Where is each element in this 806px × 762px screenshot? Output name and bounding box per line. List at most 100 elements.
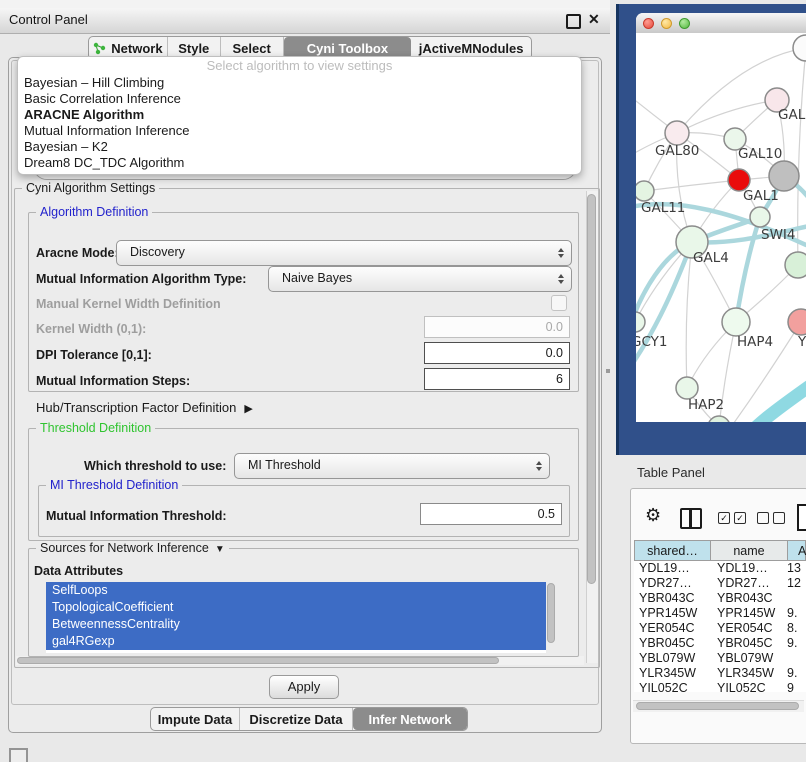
edge — [798, 48, 806, 265]
node-label: GCY1 — [636, 334, 668, 350]
float-panel-icon[interactable] — [566, 14, 581, 29]
column-manager-icon[interactable] — [680, 508, 702, 529]
table-row[interactable]: YBR045C YBR045C 9. — [634, 636, 806, 651]
node-label: GAL10 — [738, 146, 782, 162]
mi-threshold-label: Mutual Information Threshold: — [46, 509, 227, 523]
tab-discretize-data[interactable]: Discretize Data — [240, 708, 353, 730]
table-panel-title: Table Panel — [637, 465, 705, 480]
unchecked-box-icon — [757, 512, 769, 524]
list-item-selected[interactable]: gal4RGexp — [46, 633, 546, 650]
node-label: GAL11 — [641, 200, 685, 216]
expanded-arrow-icon: ▼ — [215, 544, 225, 555]
column-header-name[interactable]: name — [710, 540, 788, 561]
node-label: HAP2 — [688, 397, 724, 413]
mi-steps-label: Mutual Information Steps: — [36, 374, 190, 388]
settings-hscrollbar-thumb[interactable] — [17, 657, 499, 664]
manual-kernel-label: Manual Kernel Width Definition — [36, 297, 221, 311]
cell-name: YBR043C — [710, 591, 787, 606]
table-hscrollbar-thumb[interactable] — [636, 702, 799, 710]
tab-label: Select — [232, 41, 270, 56]
list-item-selected[interactable]: BetweennessCentrality — [46, 616, 546, 633]
node-swi4[interactable] — [750, 207, 770, 227]
node[interactable] — [785, 252, 806, 278]
cell-shared-name: YLR345W — [634, 666, 710, 681]
bottom-tabstrip: Impute Data Discretize Data Infer Networ… — [150, 707, 468, 731]
which-threshold-combobox[interactable]: MI Threshold — [234, 453, 550, 479]
dpi-tolerance-field[interactable]: 0.0 — [424, 342, 570, 364]
network-icon — [93, 42, 106, 55]
node-gal80[interactable] — [665, 121, 689, 145]
kernel-width-field[interactable]: 0.0 — [424, 316, 570, 338]
minimize-window-icon[interactable] — [661, 18, 672, 29]
close-panel-icon[interactable]: ✕ — [588, 11, 600, 28]
network-canvas[interactable]: GAL GAL80 GAL10 GAL1 GAL11 SWI4 GAL4 GCY… — [636, 33, 806, 422]
list-vscrollbar-thumb[interactable] — [547, 583, 555, 643]
node[interactable] — [708, 416, 730, 422]
table-row[interactable]: YDL19… YDL19… 13 — [634, 561, 806, 576]
panel-title: Control Panel — [9, 12, 88, 27]
mi-threshold-title: MI Threshold Definition — [46, 478, 182, 492]
table-row[interactable]: YER054C YER054C 8. — [634, 621, 806, 636]
cell-value — [787, 591, 806, 606]
settings-vscrollbar-thumb[interactable] — [587, 194, 596, 584]
splitter-handle[interactable] — [606, 369, 610, 373]
which-threshold-label: Which threshold to use: — [84, 459, 226, 473]
tab-label: Cyni Toolbox — [307, 41, 388, 56]
cell-shared-name: YDR27… — [634, 576, 710, 591]
hub-definition-label: Hub/Transcription Factor Definition — [36, 400, 236, 415]
node-gcy1[interactable] — [636, 312, 645, 332]
table-row[interactable]: YDR27… YDR27… 12 — [634, 576, 806, 591]
data-attributes-list: SelfLoops TopologicalCoefficient Between… — [46, 582, 546, 653]
algorithm-option[interactable]: Basic Correlation Inference — [18, 91, 581, 107]
network-window-titlebar[interactable] — [636, 13, 806, 34]
tab-impute-data[interactable]: Impute Data — [151, 708, 240, 730]
cell-name: YPR145W — [710, 606, 787, 621]
minimized-panel-icon[interactable] — [9, 748, 28, 762]
cell-shared-name: YPR145W — [634, 606, 710, 621]
tab-infer-network[interactable]: Infer Network — [353, 708, 467, 730]
algorithm-option[interactable]: Bayesian – K2 — [18, 139, 581, 155]
table-row[interactable]: YLR345W YLR345W 9. — [634, 666, 806, 681]
deselect-all-checkboxes-icon[interactable] — [757, 512, 785, 524]
column-header-shared-name[interactable]: shared… — [634, 540, 711, 561]
table-row[interactable]: YBR043C YBR043C — [634, 591, 806, 606]
node-hap4[interactable] — [722, 308, 750, 336]
algorithm-placeholder: Select algorithm to view settings — [18, 57, 581, 75]
node-hap2[interactable] — [676, 377, 698, 399]
list-item-selected[interactable]: SelfLoops — [46, 582, 546, 599]
close-window-icon[interactable] — [643, 18, 654, 29]
manual-kernel-checkbox[interactable] — [551, 295, 567, 311]
edge — [686, 242, 692, 388]
algorithm-option[interactable]: Mutual Information Inference — [18, 123, 581, 139]
cell-name: YIL052C — [710, 681, 787, 692]
hub-definition-toggle[interactable]: Hub/Transcription Factor Definition▶ — [36, 400, 253, 415]
node[interactable] — [769, 161, 799, 191]
node-label: GAL80 — [655, 143, 699, 159]
mi-steps-field[interactable]: 6 — [424, 368, 570, 390]
aracne-mode-combobox[interactable]: Discovery — [116, 240, 572, 266]
table-row[interactable]: YPR145W YPR145W 9. — [634, 606, 806, 621]
cell-shared-name: YBR043C — [634, 591, 710, 606]
export-table-icon[interactable] — [797, 504, 806, 531]
gear-icon[interactable]: ⚙ — [645, 505, 661, 526]
list-item-selected[interactable]: TopologicalCoefficient — [46, 599, 546, 616]
algorithm-option[interactable]: Bayesian – Hill Climbing — [18, 75, 581, 91]
apply-button[interactable]: Apply — [269, 675, 339, 699]
algorithm-option-selected[interactable]: ARACNE Algorithm — [18, 107, 581, 123]
table-row[interactable]: YBL079W YBL079W — [634, 651, 806, 666]
cell-name: YBR045C — [710, 636, 787, 651]
mi-threshold-field[interactable]: 0.5 — [420, 503, 562, 525]
column-header-partial[interactable]: A — [787, 540, 806, 561]
node-y[interactable] — [788, 309, 806, 335]
mi-type-combobox[interactable]: Naive Bayes — [268, 266, 572, 292]
table-row[interactable]: YIL052C YIL052C 9 — [634, 681, 806, 692]
sources-title-toggle[interactable]: Sources for Network Inference▼ — [36, 541, 229, 555]
algorithm-option[interactable]: Dream8 DC_TDC Algorithm — [18, 155, 581, 171]
node[interactable] — [793, 35, 806, 61]
node-gal11[interactable] — [636, 181, 654, 201]
node-label: Y — [797, 334, 806, 350]
screen: Control Panel ✕ Network Style Select Cyn… — [0, 0, 806, 762]
zoom-window-icon[interactable] — [679, 18, 690, 29]
network-window: GAL GAL80 GAL10 GAL1 GAL11 SWI4 GAL4 GCY… — [636, 13, 806, 422]
select-all-checkboxes-icon[interactable]: ✓ ✓ — [718, 512, 746, 524]
